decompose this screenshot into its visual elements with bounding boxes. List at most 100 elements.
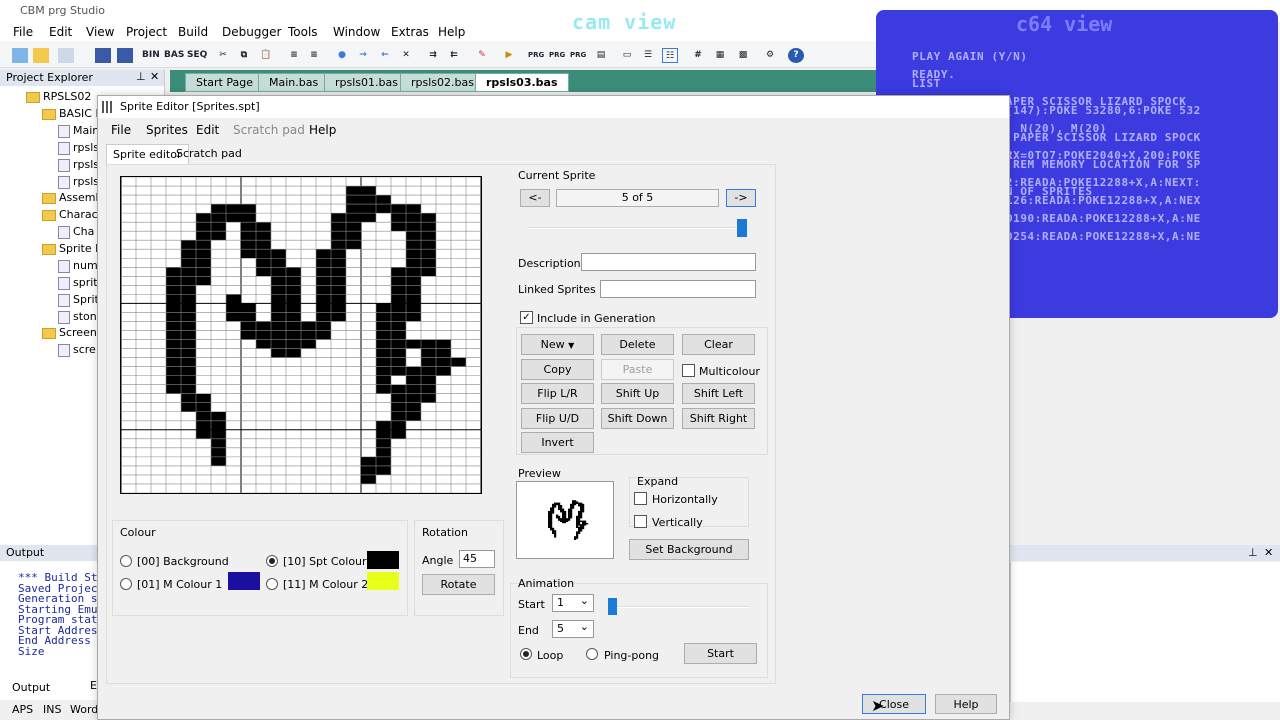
sprite-pixel-on[interactable]	[346, 213, 361, 223]
sprite-pixel-on[interactable]	[391, 348, 406, 358]
sprite-pixel-on[interactable]	[391, 429, 406, 439]
tab-rpsls03[interactable]: rpsls03.bas	[475, 73, 569, 92]
tree-node-assembly[interactable]: Assembl	[42, 191, 106, 204]
sprite-pixel-on[interactable]	[271, 285, 286, 295]
sprite-pixel-on[interactable]	[406, 312, 421, 322]
bas-icon[interactable]: BAS	[164, 48, 184, 63]
sprite-pixel-on[interactable]	[256, 267, 271, 277]
sprite-slider-track[interactable]	[527, 227, 747, 229]
sprite-pixel-on[interactable]	[241, 303, 256, 313]
tree-node-sprites[interactable]: Sprite D	[42, 242, 104, 255]
sprite-pixel-on[interactable]	[181, 339, 196, 349]
tree-file-num[interactable]: num	[58, 259, 98, 273]
sprite-pixel-on[interactable]	[211, 456, 226, 466]
sprite-pixel-on[interactable]	[181, 276, 196, 286]
char-editor-icon[interactable]: ▩	[735, 48, 751, 63]
sprite-pixel-on[interactable]	[211, 438, 226, 448]
sprite-pixel-on[interactable]	[391, 222, 406, 232]
delete-button[interactable]: Delete	[601, 334, 674, 355]
sprite-pixel-on[interactable]	[391, 393, 406, 403]
sprite-pixel-on[interactable]	[256, 339, 271, 349]
menu-view[interactable]: View	[86, 25, 114, 39]
prg-build-icon[interactable]: PRG	[528, 48, 544, 63]
sprite-pixel-on[interactable]	[166, 285, 181, 295]
tree-file-screen[interactable]: scre	[58, 343, 96, 357]
sprite-pixel-on[interactable]	[421, 393, 436, 403]
sprite-pixel-on[interactable]	[436, 339, 451, 349]
colour-spt-radio[interactable]	[266, 555, 278, 567]
sprite-pixel-on[interactable]	[406, 285, 421, 295]
sprite-pixel-on[interactable]	[406, 249, 421, 259]
menu-build[interactable]: Build	[178, 25, 208, 39]
monitor-icon[interactable]: ▭	[619, 48, 635, 63]
sprite-pixel-on[interactable]	[241, 240, 256, 250]
sprite-pixel-on[interactable]	[346, 204, 361, 214]
sprite-pixel-grid[interactable]	[120, 176, 482, 494]
pin-icon[interactable]: ⊥	[136, 70, 146, 83]
sprite-pixel-on[interactable]	[211, 429, 226, 439]
paste-icon[interactable]: 📋	[258, 48, 274, 63]
find-prev-icon[interactable]: ⇇	[446, 48, 462, 63]
sprite-pixel-on[interactable]	[376, 357, 391, 367]
tab-output[interactable]: Output	[12, 681, 50, 694]
sprite-pixel-on[interactable]	[286, 339, 301, 349]
sprite-pixel-on[interactable]	[376, 330, 391, 340]
sprite-pixel-on[interactable]	[211, 204, 226, 214]
sprite-pixel-on[interactable]	[331, 294, 346, 304]
sprite-pixel-on[interactable]	[406, 366, 421, 376]
sprite-pixel-on[interactable]	[376, 375, 391, 385]
sprite-pixel-on[interactable]	[181, 249, 196, 259]
tree-node-project[interactable]: RPSLS02	[26, 90, 91, 103]
colour-m1-radio[interactable]	[120, 578, 132, 590]
colour-m2-radio[interactable]	[266, 578, 278, 590]
sprite-pixel-on[interactable]	[436, 366, 451, 376]
sprite-pixel-on[interactable]	[286, 285, 301, 295]
include-generation-checkbox[interactable]: ✓	[520, 311, 533, 324]
shift-down-button[interactable]: Shift Down	[601, 408, 674, 429]
sprite-pixel-on[interactable]	[376, 456, 391, 466]
sprite-pixel-on[interactable]	[241, 204, 256, 214]
sprite-pixel-on[interactable]	[421, 258, 436, 268]
tree-file-rpsls01[interactable]: rpsls	[58, 141, 99, 155]
sprite-pixel-on[interactable]	[241, 321, 256, 331]
sprite-pixel-on[interactable]	[376, 339, 391, 349]
sprite-pixel-on[interactable]	[361, 465, 376, 475]
sprite-pixel-on[interactable]	[376, 204, 391, 214]
sprite-pixel-on[interactable]	[241, 312, 256, 322]
copy-button[interactable]: Copy	[521, 359, 594, 380]
sprite-pixel-on[interactable]	[421, 213, 436, 223]
close-icon[interactable]: ✕	[1264, 546, 1273, 559]
sprite-editor-titlebar[interactable]: Sprite Editor [Sprites.spt]	[98, 96, 1009, 118]
tree-file-chars[interactable]: Cha	[58, 225, 94, 239]
tree-node-basic[interactable]: BASIC F	[42, 107, 102, 120]
clear-button[interactable]: Clear	[682, 334, 755, 355]
sprite-pixel-on[interactable]	[346, 222, 361, 232]
outdent-icon[interactable]: ≡	[306, 48, 322, 63]
tab-rpsls01[interactable]: rpsls01.bas	[324, 73, 409, 92]
anim-start-select[interactable]: 1	[552, 594, 594, 612]
disk-icon[interactable]: ▤	[593, 48, 609, 63]
sprite-pixel-on[interactable]	[316, 267, 331, 277]
shift-right-button[interactable]: Shift Right	[682, 408, 755, 429]
bookmark-icon[interactable]: ●	[334, 48, 350, 63]
sprite-pixel-on[interactable]	[271, 276, 286, 286]
sprite-pixel-on[interactable]	[271, 267, 286, 277]
tab-scratch-pad[interactable]: Scratch pad	[170, 144, 248, 164]
sprite-pixel-on[interactable]	[391, 366, 406, 376]
sprite-pixel-on[interactable]	[406, 393, 421, 403]
se-menu-scratch-pad[interactable]: Scratch pad	[233, 123, 305, 137]
sprite-pixel-on[interactable]	[316, 258, 331, 268]
help-button[interactable]: Help	[935, 694, 997, 714]
se-menu-edit[interactable]: Edit	[196, 123, 219, 137]
sprite-pixel-on[interactable]	[361, 186, 376, 196]
sprite-slider-thumb[interactable]	[737, 219, 747, 237]
sprite-pixel-on[interactable]	[241, 222, 256, 232]
list-icon[interactable]: ☰	[640, 48, 656, 63]
anim-loop-radio[interactable]	[520, 648, 532, 660]
linked-sprites-input[interactable]	[600, 280, 756, 298]
sprite-pixel-on[interactable]	[406, 411, 421, 421]
clear-bookmarks-icon[interactable]: ✕	[398, 48, 414, 63]
sprite-pixel-on[interactable]	[331, 231, 346, 241]
sprite-pixel-on[interactable]	[406, 240, 421, 250]
sprite-pixel-on[interactable]	[391, 402, 406, 412]
